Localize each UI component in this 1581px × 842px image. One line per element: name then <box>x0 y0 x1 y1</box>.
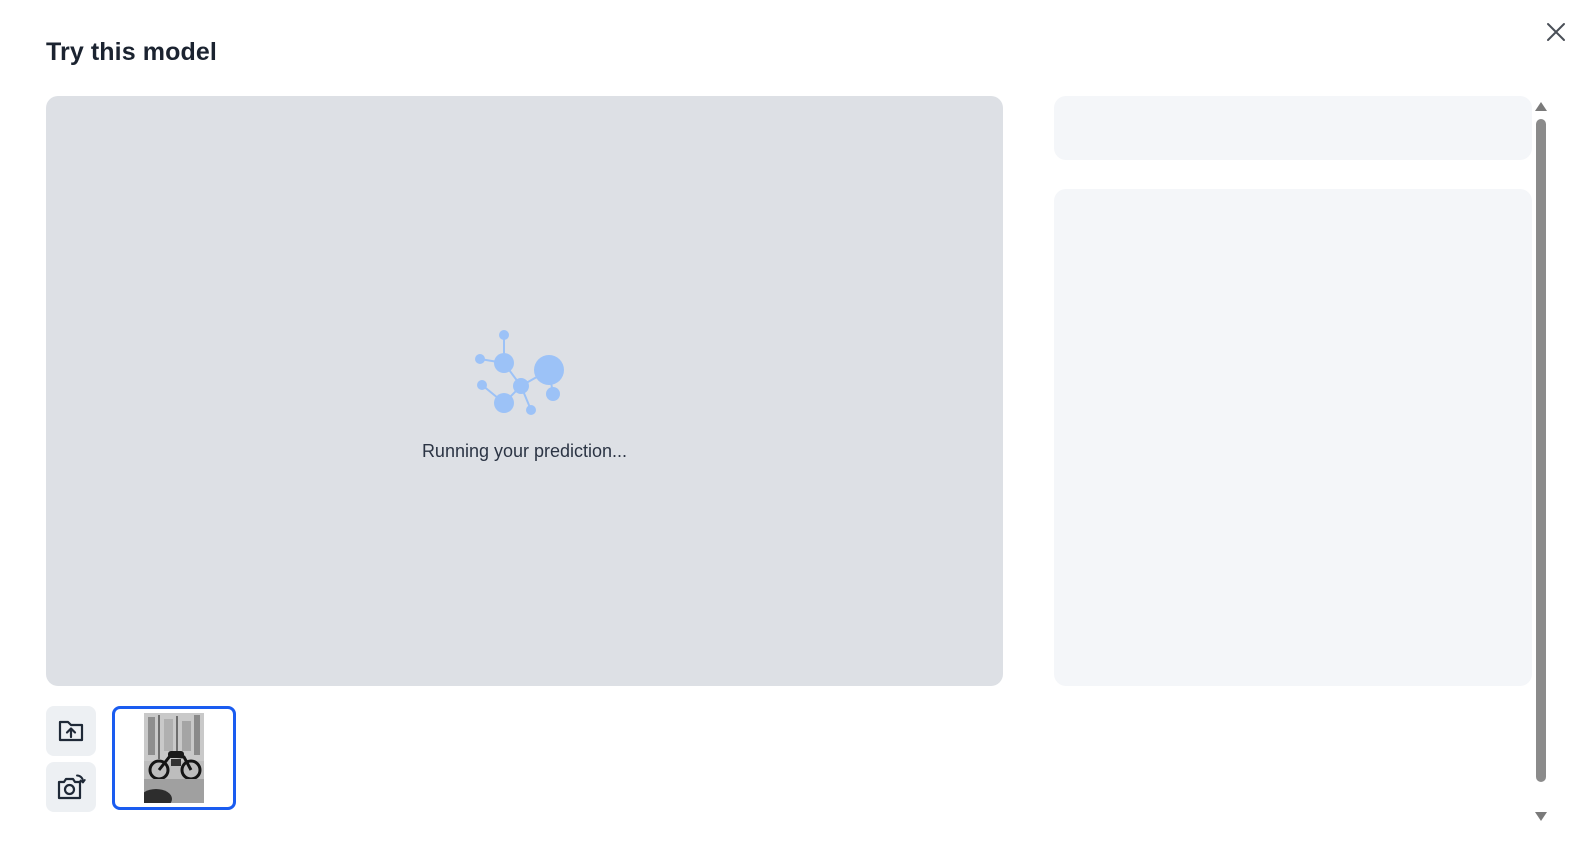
prediction-status-text: Running your prediction... <box>421 441 628 461</box>
dialog-title: Try this model <box>46 38 217 66</box>
camera-capture-button[interactable] <box>46 762 96 812</box>
prediction-canvas: Running your prediction... <box>46 96 1003 686</box>
scroll-up-arrow[interactable] <box>1535 102 1547 111</box>
network-molecule-icon <box>475 330 564 415</box>
close-icon <box>1547 23 1565 41</box>
upload-image-button[interactable] <box>46 706 96 756</box>
scrollbar[interactable] <box>1532 96 1550 830</box>
try-model-dialog: Try this model Running your prediction..… <box>0 0 1581 842</box>
results-panel-placeholder <box>1054 189 1532 686</box>
close-button[interactable] <box>1540 16 1572 48</box>
folder-upload-icon <box>58 720 84 742</box>
selected-image-thumbnail[interactable] <box>112 706 236 810</box>
results-header-placeholder <box>1054 96 1532 160</box>
camera-switch-icon <box>57 774 86 800</box>
motorcycle-photo <box>144 713 204 803</box>
scroll-thumb[interactable] <box>1536 119 1546 782</box>
scroll-down-arrow[interactable] <box>1535 812 1547 821</box>
